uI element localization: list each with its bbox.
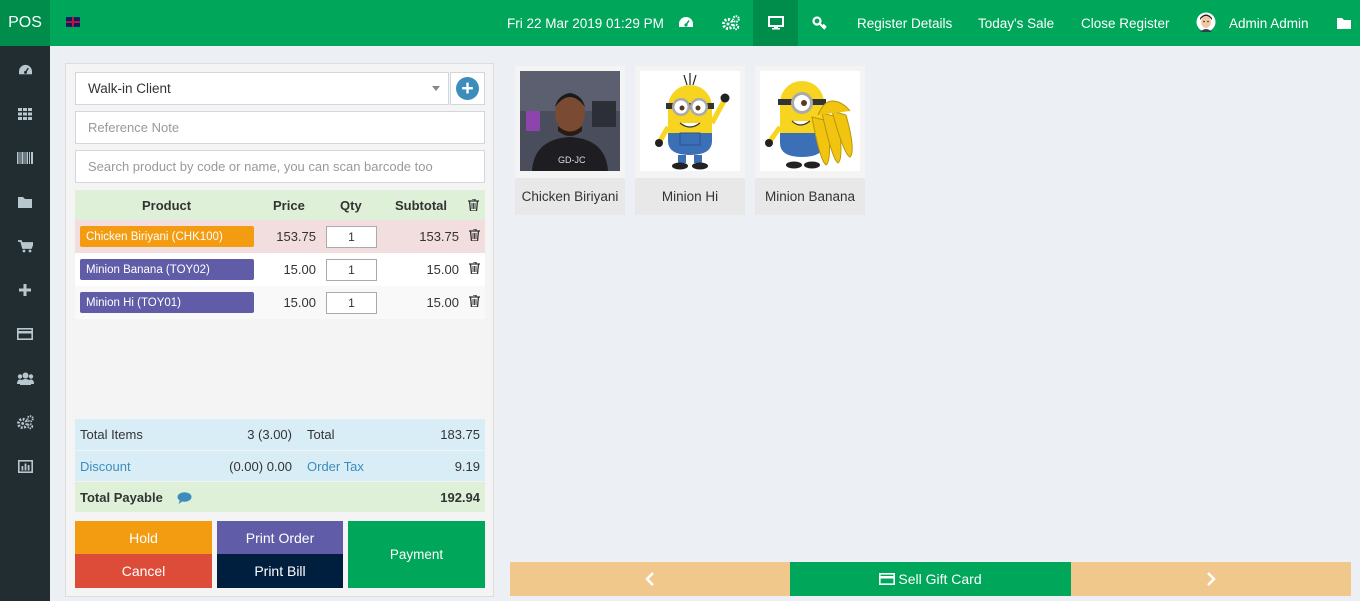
cart-row: Minion Hi (TOY01) 15.00 1 15.00 — [75, 286, 485, 319]
product-tile[interactable]: Minion Banana — [755, 66, 865, 215]
sidebar-plus-icon[interactable] — [0, 268, 50, 312]
total-payable-value: 192.94 — [440, 489, 480, 505]
reference-note-placeholder: Reference Note — [88, 120, 180, 135]
settings-icon[interactable] — [709, 0, 753, 46]
customer-select[interactable]: Walk-in Client — [75, 72, 449, 105]
cart-item-product[interactable]: Minion Hi (TOY01) — [80, 292, 254, 313]
sidebar-settings-icon[interactable] — [0, 400, 50, 444]
remove-item-trash-icon[interactable] — [469, 261, 480, 277]
print-order-button[interactable]: Print Order — [217, 521, 343, 554]
header-product: Product — [142, 197, 192, 213]
close-register-link[interactable]: Close Register — [1081, 0, 1170, 46]
previous-page-button[interactable] — [510, 562, 790, 596]
total-items-value: 3 (3.00) — [247, 427, 292, 442]
cart-item-price: 15.00 — [283, 262, 316, 277]
cart-item-price: 15.00 — [283, 295, 316, 310]
product-image-minion-hi — [640, 71, 740, 171]
sell-gift-card-button[interactable]: Sell Gift Card — [790, 562, 1071, 596]
cart-row: Minion Banana (TOY02) 15.00 1 15.00 — [75, 253, 485, 286]
remove-item-trash-icon[interactable] — [469, 228, 480, 244]
header-price: Price — [273, 197, 305, 213]
print-bill-button[interactable]: Print Bill — [217, 554, 343, 588]
product-tile[interactable]: GD-JC Chicken Biriyani — [515, 66, 625, 215]
totals-row-items: Total Items 3 (3.00) Total 183.75 — [75, 419, 485, 450]
header-qty: Qty — [340, 197, 362, 213]
add-customer-button[interactable]: + — [450, 72, 485, 105]
discount-link[interactable]: Discount — [80, 459, 131, 474]
sidebar-users-icon[interactable] — [0, 356, 50, 400]
totals-row-payable: Total Payable 192.94 — [75, 481, 485, 512]
cart-row: Chicken Biriyani (CHK100) 153.75 1 153.7… — [75, 220, 485, 253]
product-image-person: GD-JC — [520, 71, 620, 171]
brand-logo[interactable]: POS — [0, 0, 50, 46]
credit-card-icon — [879, 573, 896, 585]
customer-select-value: Walk-in Client — [88, 81, 171, 96]
clear-all-trash-icon[interactable] — [468, 190, 479, 220]
datetime: Fri 22 Mar 2019 01:29 PM — [507, 15, 664, 31]
sidebar-products-grid-icon[interactable] — [0, 92, 50, 136]
cart-item-qty-input[interactable]: 1 — [326, 259, 377, 281]
top-navbar: POS Fri 22 Mar 2019 01:29 PM Register De… — [0, 0, 1360, 46]
plus-circle-icon: + — [456, 77, 479, 100]
cart-item-subtotal: 15.00 — [426, 295, 459, 310]
product-name: Minion Banana — [755, 178, 865, 215]
cancel-button[interactable]: Cancel — [75, 554, 212, 588]
order-panel: Walk-in Client + Reference Note Search p… — [65, 63, 494, 597]
cart-item-product[interactable]: Minion Banana (TOY02) — [80, 259, 254, 280]
comment-icon[interactable] — [177, 492, 192, 507]
sidebar-credit-card-icon[interactable] — [0, 312, 50, 356]
sidebar-dashboard-icon[interactable] — [0, 48, 50, 92]
header-subtotal: Subtotal — [395, 197, 447, 213]
register-details-link[interactable]: Register Details — [857, 0, 952, 46]
reference-note-input[interactable]: Reference Note — [75, 111, 485, 144]
sidebar — [0, 46, 50, 601]
folder-icon[interactable] — [1337, 0, 1351, 46]
product-image-minion-banana — [760, 71, 860, 171]
payment-button[interactable]: Payment — [348, 521, 485, 588]
product-name: Minion Hi — [635, 178, 745, 215]
chevron-left-icon — [645, 572, 654, 586]
remove-item-trash-icon[interactable] — [469, 294, 480, 310]
key-icon[interactable] — [798, 0, 842, 46]
product-search-placeholder: Search product by code or name, you can … — [88, 159, 433, 174]
sidebar-barcode-icon[interactable] — [0, 136, 50, 180]
total-payable-label: Total Payable — [80, 489, 163, 505]
discount-value: (0.00) 0.00 — [229, 458, 292, 474]
total-items-label: Total Items — [80, 427, 143, 442]
cart-item-price: 153.75 — [276, 229, 316, 244]
total-label: Total — [307, 427, 335, 442]
sidebar-cart-icon[interactable] — [0, 224, 50, 268]
cart-item-subtotal: 153.75 — [419, 229, 459, 244]
sell-gift-card-label: Sell Gift Card — [898, 571, 982, 587]
order-tax-link[interactable]: Order Tax — [307, 459, 364, 474]
next-page-button[interactable] — [1071, 562, 1351, 596]
dashboard-icon[interactable] — [664, 0, 708, 46]
product-tile[interactable]: Minion Hi — [635, 66, 745, 215]
todays-sale-link[interactable]: Today's Sale — [978, 0, 1054, 46]
avatar[interactable] — [1196, 0, 1216, 46]
user-name[interactable]: Admin Admin — [1229, 0, 1309, 46]
cart-item-subtotal: 15.00 — [426, 262, 459, 277]
cart-item-qty-input[interactable]: 1 — [326, 292, 377, 314]
cart-item-product[interactable]: Chicken Biriyani (CHK100) — [80, 226, 254, 247]
monitor-icon[interactable] — [753, 0, 798, 46]
product-name: Chicken Biriyani — [515, 178, 625, 215]
cart-item-qty-input[interactable]: 1 — [326, 226, 377, 248]
caret-down-icon — [432, 86, 440, 91]
hold-button[interactable]: Hold — [75, 521, 212, 554]
uk-flag-icon[interactable] — [66, 17, 80, 27]
chevron-right-icon — [1207, 572, 1216, 586]
sidebar-reports-chart-icon[interactable] — [0, 444, 50, 488]
product-pager: Sell Gift Card — [510, 562, 1351, 596]
totals-row-discount: Discount (0.00) 0.00 Order Tax 9.19 — [75, 450, 485, 481]
product-search-input[interactable]: Search product by code or name, you can … — [75, 150, 485, 183]
total-value: 183.75 — [440, 427, 480, 442]
svg-text:GD-JC: GD-JC — [558, 155, 586, 165]
order-tax-value: 9.19 — [454, 458, 480, 474]
sidebar-folder-icon[interactable] — [0, 180, 50, 224]
cart-table-header: Product Price Qty Subtotal — [75, 190, 485, 220]
